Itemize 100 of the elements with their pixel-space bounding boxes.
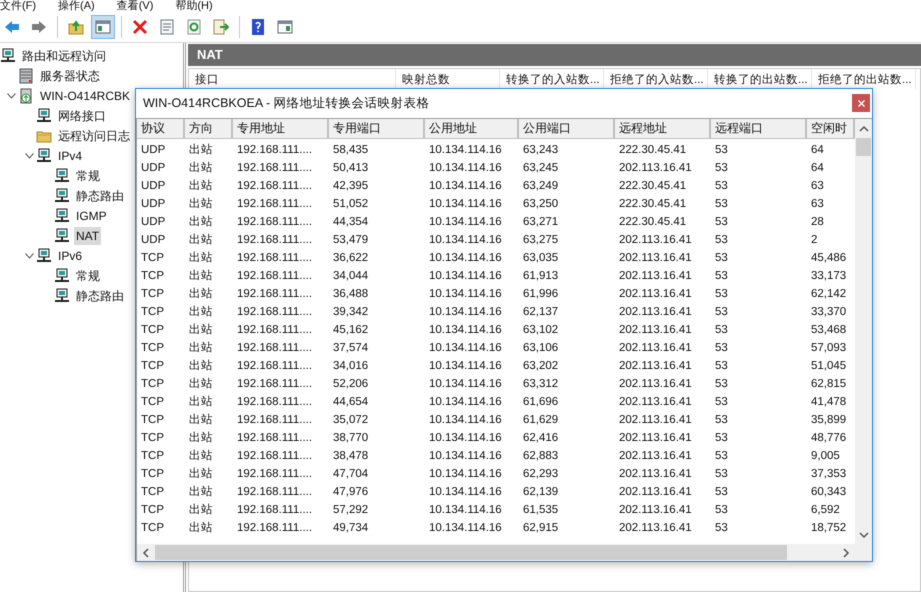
close-button[interactable] [852,94,870,112]
table-cell-text: TCP [140,287,165,302]
table-cell-text: 10.134.114.16 [428,521,503,536]
table-cell-text: 192.168.111.... [236,197,314,212]
horizontal-scrollbar[interactable] [137,544,855,561]
tree-item[interactable]: WIN-O414RCBK [38,87,132,105]
table-cell-text: 10.134.114.16 [428,323,503,338]
table-cell-text: 10.134.114.16 [428,467,503,482]
menu-item[interactable]: 文件(F) [0,0,36,12]
menu-item[interactable]: 操作(A) [58,0,95,12]
column-header[interactable]: 远程端口 [711,119,807,139]
column-header[interactable]: 方向 [185,119,233,139]
table-cell-text: 38,478 [332,449,370,464]
table-cell-text: 63 [810,197,825,212]
table-cell-text: 53 [714,485,729,500]
tree-item[interactable]: IPv6 [56,247,84,265]
tree-item[interactable]: IGMP [74,207,109,225]
table-cell-text: 63,035 [522,251,560,266]
column-header[interactable]: 协议 [137,119,185,139]
table-cell-text: 222.30.45.41 [618,143,688,158]
table-cell-text: 62,142 [810,287,848,302]
table-cell-text: 51,045 [810,359,848,374]
export-icon [213,19,229,35]
scroll-left-icon[interactable] [142,548,150,558]
table-cell-text: 192.168.111.... [236,287,314,302]
tree-item[interactable]: 服务器状态 [38,66,102,86]
computer-icon [54,188,70,204]
table-cell-text: 2 [810,233,818,248]
table-cell-text: 63,275 [522,233,560,248]
tree-item[interactable]: 静态路由 [74,286,126,306]
computer-icon [0,48,16,64]
table-cell-text: 62,815 [810,377,848,392]
scrollbar-thumb[interactable] [856,138,871,156]
column-header[interactable]: 公用端口 [519,119,615,139]
table-cell-text: 44,654 [332,395,370,410]
table-cell-text: 222.30.45.41 [618,215,688,230]
table-cell-text: 出站 [188,322,214,338]
table-cell-text: 192.168.111.... [236,161,314,176]
scroll-down-icon[interactable] [858,531,868,539]
table-cell-text: 63,245 [522,161,560,176]
collapse-chevron-icon[interactable] [6,93,16,99]
table-cell-text: 192.168.111.... [236,377,314,392]
tree-item[interactable]: 远程访问日志 [56,126,132,146]
table-cell-text: 202.113.16.41 [618,503,693,518]
table-cell-text: 192.168.111.... [236,179,314,194]
tree-item[interactable]: NAT [74,227,102,245]
table-cell-text: 34,044 [332,269,370,284]
table-cell-text: UDP [140,233,166,248]
table-cell-text: 出站 [188,376,214,392]
tree-item[interactable]: 常规 [74,166,102,186]
tree-item[interactable]: 网络接口 [56,106,108,126]
tree-item[interactable]: 静态路由 [74,186,126,206]
table-cell-text: 192.168.111.... [236,305,314,320]
table-cell-text: 202.113.16.41 [618,251,693,266]
table-cell-text: 50,413 [332,161,370,176]
tree-item[interactable]: 常规 [74,266,102,286]
table-cell-text: 10.134.114.16 [428,395,503,410]
collapse-chevron-icon[interactable] [24,253,34,259]
table-cell-text: 61,913 [522,269,560,284]
table-cell-text: 64 [810,161,825,176]
tree-item[interactable]: IPv4 [56,147,84,165]
table-cell-text: 出站 [188,142,214,158]
table-cell-text: 192.168.111.... [236,467,314,482]
menu-item[interactable]: 帮助(H) [175,0,213,12]
table-cell-text: TCP [140,431,165,446]
table-cell-text: 202.113.16.41 [618,521,693,536]
table-cell-text: 63,271 [522,215,560,230]
table-cell-text: 47,704 [332,467,370,482]
table-cell-text: 51,052 [332,197,370,212]
table-cell-text: 49,734 [332,521,370,536]
console-tree-button[interactable] [91,15,115,39]
table-cell-text: 53 [714,521,729,536]
table-cell-text: 10.134.114.16 [428,431,503,446]
column-header[interactable]: 远程地址 [615,119,711,139]
refresh-icon [186,19,202,35]
table-cell-text: 202.113.16.41 [618,269,693,284]
table-cell-text: TCP [140,377,165,392]
tree-item[interactable]: 路由和远程访问 [20,46,108,66]
collapse-chevron-icon[interactable] [24,153,34,159]
column-header[interactable]: 专用端口 [329,119,425,139]
table-cell-text: 28 [810,215,825,230]
scroll-right-icon[interactable] [842,548,850,558]
table-cell-text: 61,996 [522,287,560,302]
table-cell-text: TCP [140,413,165,428]
column-header[interactable]: 公用地址 [425,119,519,139]
table-cell-text: 出站 [188,484,214,500]
document-icon [159,19,175,35]
scrollbar-thumb[interactable] [155,545,787,560]
table-cell-text: 出站 [188,358,214,374]
back-arrow-icon [4,19,20,35]
table-cell-text: 53 [714,341,729,356]
vertical-scrollbar[interactable] [855,119,872,561]
table-cell-text: 10.134.114.16 [428,143,503,158]
column-header[interactable]: 专用地址 [233,119,329,139]
menu-item[interactable]: 查看(V) [116,0,154,12]
table-cell-text: 10.134.114.16 [428,233,503,248]
server-icon [18,68,34,84]
scroll-up-icon[interactable] [858,125,868,133]
column-header[interactable]: 空闲时 [807,119,855,139]
table-cell-text: 9,005 [810,449,841,464]
